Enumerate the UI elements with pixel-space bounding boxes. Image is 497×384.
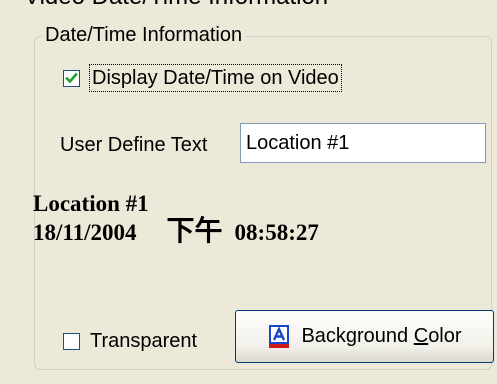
preview-time: 08:58:27	[234, 220, 319, 245]
transparent-checkbox[interactable]	[63, 332, 80, 350]
cut-off-title: Video Date/Time Information	[0, 0, 497, 12]
background-color-label: Background Color	[301, 325, 462, 347]
user-define-text-label: User Define Text	[60, 134, 208, 156]
transparent-label[interactable]: Transparent	[90, 328, 197, 354]
display-date-time-checkbox[interactable]	[63, 69, 80, 87]
background-color-button[interactable]: Background Color	[235, 310, 494, 363]
display-date-time-label[interactable]: Display Date/Time on Video	[89, 64, 342, 92]
preview-location-text: Location #1	[33, 191, 149, 216]
display-date-time-checkbox-row[interactable]: Display Date/Time on Video	[63, 64, 342, 92]
preview-date: 18/11/2004	[33, 220, 137, 245]
transparent-checkbox-row[interactable]: Transparent	[63, 328, 197, 354]
preview-date-time: 18/11/2004 下午 08:58:27	[33, 215, 319, 249]
font-color-icon	[269, 324, 290, 348]
user-define-text-input[interactable]	[240, 123, 486, 163]
preview-ampm: 下午	[166, 214, 223, 247]
checkmark-icon	[65, 72, 78, 83]
groupbox-legend: Date/Time Information	[42, 22, 246, 48]
